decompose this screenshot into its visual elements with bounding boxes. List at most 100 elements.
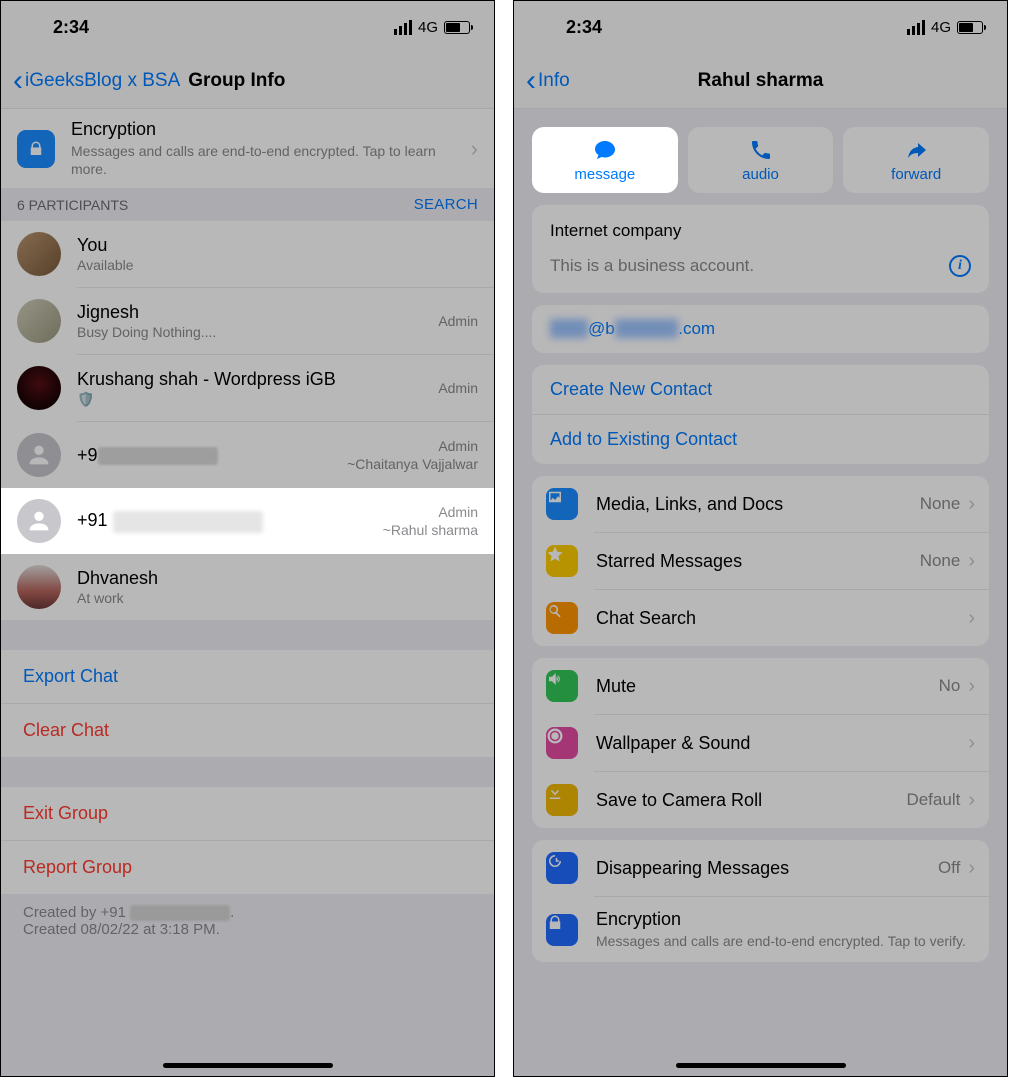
back-button[interactable]: ‹ Info [514,66,570,96]
row-label: Media, Links, and Docs [596,494,920,515]
mute-row[interactable]: Mute No › [532,658,989,714]
chevron-right-icon: › [471,136,478,162]
create-contact-button[interactable]: Create New Contact [532,365,989,414]
media-row[interactable]: Media, Links, and Docs None › [532,476,989,532]
star-icon [546,545,578,577]
participant-status: At work [77,590,478,606]
participant-name: +91 [77,510,383,532]
status-time: 2:34 [566,17,602,38]
business-notice: This is a business account. [550,256,754,276]
back-button[interactable]: ‹ iGeeksBlog x BSA Group Info [1,66,285,96]
row-label: Mute [596,676,939,697]
footer-text: Created by +91 . Created 08/02/22 at 3:1… [1,894,494,944]
add-existing-contact-button[interactable]: Add to Existing Contact [532,415,989,464]
status-bar: 2:34 4G [514,1,1007,53]
audio-tile[interactable]: audio [688,127,834,193]
participant-role: Admin [438,380,478,396]
tile-label: audio [742,166,779,183]
row-value: None [920,551,961,571]
camera-roll-row[interactable]: Save to Camera Roll Default › [532,772,989,828]
row-value: Off [938,858,960,878]
participant-name: Krushang shah - Wordpress iGB [77,369,438,390]
chevron-right-icon: › [968,550,975,573]
action-tiles: message audio forward [532,127,989,193]
clear-chat-button[interactable]: Clear Chat [1,704,494,757]
participant-status: Busy Doing Nothing.... [77,324,438,340]
exit-group-button[interactable]: Exit Group [1,787,494,840]
lock-icon [17,130,55,168]
avatar [17,499,61,543]
participant-row[interactable]: You Available [1,221,494,287]
starred-row[interactable]: Starred Messages None › [532,533,989,589]
home-indicator [163,1063,333,1068]
participant-row-highlighted[interactable]: +91 Admin ~Rahul sharma [1,488,494,554]
chat-search-row[interactable]: Chat Search › [532,590,989,646]
message-tile[interactable]: message [532,127,678,193]
disappearing-row[interactable]: Disappearing Messages Off › [532,840,989,896]
row-label: Disappearing Messages [596,858,938,879]
page-title: Group Info [188,70,285,92]
export-chat-button[interactable]: Export Chat [1,650,494,703]
battery-icon [444,21,470,34]
encryption-row[interactable]: Encryption Messages and calls are end-to… [1,109,494,188]
phone-right: 2:34 4G ‹ Info Rahul sharma message audi… [513,0,1008,1077]
participants-list: You Available Jignesh Busy Doing Nothing… [1,221,494,488]
participant-badge: 🛡️ [77,391,438,408]
message-icon [593,138,617,162]
business-category: Internet company [550,221,971,241]
participant-name: Jignesh [77,302,438,323]
row-value: None [920,494,961,514]
privacy-section: Disappearing Messages Off › Encryption M… [532,840,989,962]
participant-row[interactable]: Jignesh Busy Doing Nothing.... Admin [1,288,494,354]
participants-count: 6 PARTICIPANTS [17,197,128,213]
home-indicator [676,1063,846,1068]
chevron-right-icon: › [968,789,975,812]
email-link[interactable]: xxxx@bxxxxxxx.com [532,305,989,353]
download-icon [546,784,578,816]
avatar [17,433,61,477]
chevron-right-icon: › [968,493,975,516]
network-label: 4G [931,19,951,36]
participant-status: Available [77,257,478,273]
nav-bar: ‹ iGeeksBlog x BSA Group Info [1,53,494,109]
info-icon[interactable]: i [949,255,971,277]
participants-header: 6 PARTICIPANTS SEARCH [1,188,494,221]
email-card[interactable]: xxxx@bxxxxxxx.com [532,305,989,353]
participant-name: You [77,235,478,256]
participant-row[interactable]: Krushang shah - Wordpress iGB 🛡️ Admin [1,355,494,421]
participant-role: Admin [347,438,478,454]
row-label: Save to Camera Roll [596,790,906,811]
row-label: Encryption [596,909,975,930]
participant-row[interactable]: Dhvanesh At work [1,554,494,620]
row-label: Starred Messages [596,551,920,572]
forward-tile[interactable]: forward [843,127,989,193]
participant-row[interactable]: +9 Admin ~Chaitanya Vajjalwar [1,422,494,488]
participant-role: Admin [383,504,478,520]
wallpaper-icon [546,727,578,759]
redacted-email: xxxx [550,319,588,338]
encryption-sub: Messages and calls are end-to-end encryp… [71,142,463,178]
report-group-button[interactable]: Report Group [1,841,494,894]
chevron-right-icon: › [968,857,975,880]
participant-alias: ~Chaitanya Vajjalwar [347,456,478,472]
participant-name: +9 [77,445,347,466]
search-icon [546,602,578,634]
nav-bar: ‹ Info Rahul sharma [514,53,1007,109]
participant-name: Dhvanesh [77,568,478,589]
business-card: Internet company This is a business acco… [532,205,989,293]
contact-links: Create New Contact Add to Existing Conta… [532,365,989,464]
encryption-row[interactable]: Encryption Messages and calls are end-to… [532,897,989,962]
avatar [17,366,61,410]
network-label: 4G [418,19,438,36]
page-title: Rahul sharma [698,70,824,92]
encryption-section: Encryption Messages and calls are end-to… [1,109,494,188]
signal-icon [394,20,412,35]
avatar [17,565,61,609]
search-link[interactable]: SEARCH [414,196,478,213]
wallpaper-row[interactable]: Wallpaper & Sound › [532,715,989,771]
redacted-number [130,905,230,921]
encryption-title: Encryption [71,119,463,140]
battery-icon [957,21,983,34]
participant-role: Admin [438,313,478,329]
chat-settings-section: Mute No › Wallpaper & Sound › Save to Ca… [532,658,989,828]
